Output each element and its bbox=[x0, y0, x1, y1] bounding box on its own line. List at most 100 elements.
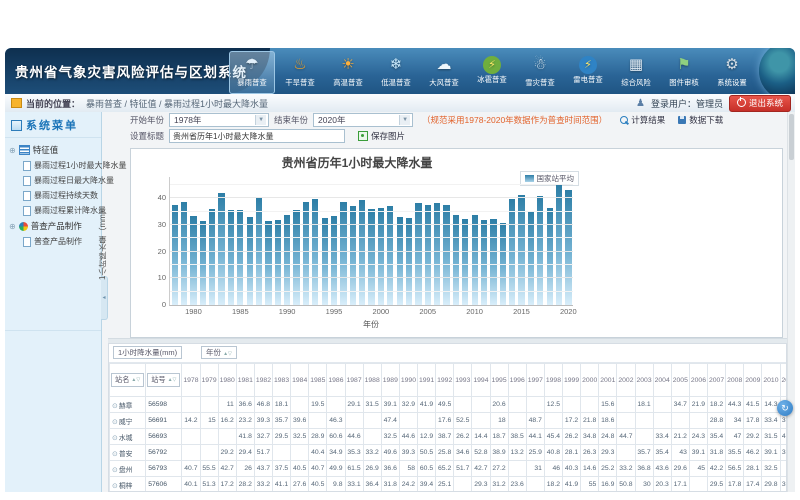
col-header-2010[interactable]: 2010 bbox=[762, 364, 780, 397]
col-header-1992[interactable]: 1992 bbox=[436, 364, 454, 397]
value-cell: 40.8 bbox=[544, 445, 562, 461]
data-download-button[interactable]: 数据下载 bbox=[678, 114, 723, 126]
value-cell: 56.5 bbox=[726, 461, 744, 477]
col-header-2001[interactable]: 2001 bbox=[599, 364, 617, 397]
bar-slot bbox=[508, 177, 517, 305]
row-expander-icon[interactable]: ⊙ bbox=[112, 483, 118, 490]
nav-risk[interactable]: ▦综合风险 bbox=[613, 51, 659, 94]
col-header-2000[interactable]: 2000 bbox=[581, 364, 599, 397]
col-header-1995[interactable]: 1995 bbox=[490, 364, 508, 397]
station-name-sort[interactable]: 站名▲▽ bbox=[111, 373, 144, 387]
nav-rainstorm[interactable]: ☂暴雨普查 bbox=[229, 51, 275, 94]
value-cell: 51.7 bbox=[454, 461, 472, 477]
col-header-1985[interactable]: 1985 bbox=[309, 364, 327, 397]
value-cell: 33.2 bbox=[254, 477, 272, 493]
table-row[interactable]: ⊙水城5669341.832.729.532.528.960.644.632.5… bbox=[110, 429, 788, 445]
calc-result-button[interactable]: 计算结果 bbox=[620, 114, 665, 126]
expander-icon[interactable]: ⊕ bbox=[9, 146, 16, 155]
x-tick-label: 2020 bbox=[560, 307, 577, 316]
col-header-1980[interactable]: 1980 bbox=[218, 364, 236, 397]
row-expander-icon[interactable]: ⊙ bbox=[112, 451, 118, 458]
expander-icon[interactable]: ⊕ bbox=[9, 222, 16, 231]
value-cell: 55.5 bbox=[200, 461, 218, 477]
col-header-1994[interactable]: 1994 bbox=[472, 364, 490, 397]
bar-2002 bbox=[397, 217, 403, 305]
scrollbar-thumb[interactable] bbox=[789, 114, 794, 160]
nav-high-temp[interactable]: ☀高温普查 bbox=[325, 51, 371, 94]
col-header-1984[interactable]: 1984 bbox=[291, 364, 309, 397]
table-row[interactable]: ⊙赫章565981136.646.818.119.529.131.539.132… bbox=[110, 397, 788, 413]
table-row[interactable]: ⊙桐梓5760640.151.317.228.233.241.127.640.5… bbox=[110, 477, 788, 493]
col-header-2005[interactable]: 2005 bbox=[671, 364, 689, 397]
save-image-button[interactable]: 保存图片 bbox=[358, 130, 405, 142]
col-header-1978[interactable]: 1978 bbox=[182, 364, 200, 397]
col-header-2008[interactable]: 2008 bbox=[726, 364, 744, 397]
floating-widget-button[interactable]: ↻ bbox=[777, 400, 793, 416]
chart-title-input[interactable] bbox=[169, 129, 345, 143]
tree-item[interactable]: 暴雨过程持续天数 bbox=[9, 188, 101, 203]
nav-map-review[interactable]: ⚑图件审核 bbox=[661, 51, 707, 94]
nav-hail[interactable]: ⚡冰雹普查 bbox=[469, 51, 515, 94]
tree-group-1[interactable]: ⊕普查产品制作 bbox=[9, 218, 101, 234]
tree-item[interactable]: 暴雨过程日最大降水量 bbox=[9, 173, 101, 188]
col-header-1999[interactable]: 1999 bbox=[563, 364, 581, 397]
col-header-2006[interactable]: 2006 bbox=[689, 364, 707, 397]
col-header-2002[interactable]: 2002 bbox=[617, 364, 635, 397]
nav-snow[interactable]: ☃雪灾普查 bbox=[517, 51, 563, 94]
nav-wind[interactable]: ☁大风普查 bbox=[421, 51, 467, 94]
value-cell: 58 bbox=[399, 461, 417, 477]
nav-drought[interactable]: ♨干旱普查 bbox=[277, 51, 323, 94]
bar-2003 bbox=[406, 218, 412, 305]
nav-low-temp[interactable]: ❄低温普查 bbox=[373, 51, 419, 94]
value-cell: 26 bbox=[236, 461, 254, 477]
value-cell bbox=[454, 397, 472, 413]
unit-filter-box[interactable]: 1小时降水量(mm) bbox=[113, 346, 182, 359]
tree-item[interactable]: 暴雨过程1小时最大降水量 bbox=[9, 158, 101, 173]
tree-group-0[interactable]: ⊕特征值 bbox=[9, 142, 101, 158]
col-header-1998[interactable]: 1998 bbox=[544, 364, 562, 397]
col-header-1996[interactable]: 1996 bbox=[508, 364, 526, 397]
col-header-1979[interactable]: 1979 bbox=[200, 364, 218, 397]
year-sort-box[interactable]: 年份 ▲▽ bbox=[201, 346, 237, 359]
nav-settings[interactable]: ⚙系统设置 bbox=[709, 51, 755, 94]
value-cell: 49.5 bbox=[436, 397, 454, 413]
nav-lightning[interactable]: ⚡雷电普查 bbox=[565, 51, 611, 94]
col-header-1991[interactable]: 1991 bbox=[418, 364, 436, 397]
col-header-1993[interactable]: 1993 bbox=[454, 364, 472, 397]
col-header-1982[interactable]: 1982 bbox=[254, 364, 272, 397]
row-expander-icon[interactable]: ⊙ bbox=[112, 435, 118, 442]
start-year-select[interactable]: 1978年 ▼ bbox=[169, 113, 269, 127]
station-id-sort[interactable]: 站号▲▽ bbox=[147, 373, 180, 387]
table-row[interactable]: ⊙普安5679229.229.451.740.434.935.333.249.6… bbox=[110, 445, 788, 461]
breadcrumb[interactable]: 暴雨普查 / 特征值 / 暴雨过程1小时最大降水量 bbox=[86, 97, 268, 110]
col-header-2007[interactable]: 2007 bbox=[708, 364, 726, 397]
gridline bbox=[170, 237, 573, 238]
table-row[interactable]: ⊙威宁5669114.21516.223.239.335.739.646.347… bbox=[110, 413, 788, 429]
logout-button[interactable]: 退出系统 bbox=[729, 95, 791, 112]
col-header-1997[interactable]: 1997 bbox=[526, 364, 544, 397]
row-expander-icon[interactable]: ⊙ bbox=[112, 467, 118, 474]
tree-item[interactable]: 普查产品制作 bbox=[9, 234, 101, 249]
col-header-1981[interactable]: 1981 bbox=[236, 364, 254, 397]
end-year-select[interactable]: 2020年 ▼ bbox=[313, 113, 413, 127]
row-expander-icon[interactable]: ⊙ bbox=[112, 403, 118, 410]
col-header-1987[interactable]: 1987 bbox=[345, 364, 363, 397]
bar-slot bbox=[470, 177, 479, 305]
row-expander-icon[interactable]: ⊙ bbox=[112, 419, 118, 426]
set-title-label: 设置标题 bbox=[130, 130, 164, 142]
col-header-2009[interactable]: 2009 bbox=[744, 364, 762, 397]
col-header-2011[interactable]: 2011 bbox=[780, 364, 787, 397]
col-header-1988[interactable]: 1988 bbox=[363, 364, 381, 397]
col-header-2004[interactable]: 2004 bbox=[653, 364, 671, 397]
value-cell: 46.8 bbox=[254, 397, 272, 413]
value-cell: 34 bbox=[726, 413, 744, 429]
tree-item[interactable]: 暴雨过程累计降水量 bbox=[9, 203, 101, 218]
col-header-1986[interactable]: 1986 bbox=[327, 364, 345, 397]
vertical-scrollbar[interactable] bbox=[787, 112, 795, 492]
col-header-1983[interactable]: 1983 bbox=[273, 364, 291, 397]
col-header-1989[interactable]: 1989 bbox=[381, 364, 399, 397]
table-row[interactable]: ⊙盘州5679340.755.542.72643.737.540.540.749… bbox=[110, 461, 788, 477]
y-axis-title: 1小时降水量（mm） bbox=[97, 179, 108, 307]
col-header-2003[interactable]: 2003 bbox=[635, 364, 653, 397]
col-header-1990[interactable]: 1990 bbox=[399, 364, 417, 397]
